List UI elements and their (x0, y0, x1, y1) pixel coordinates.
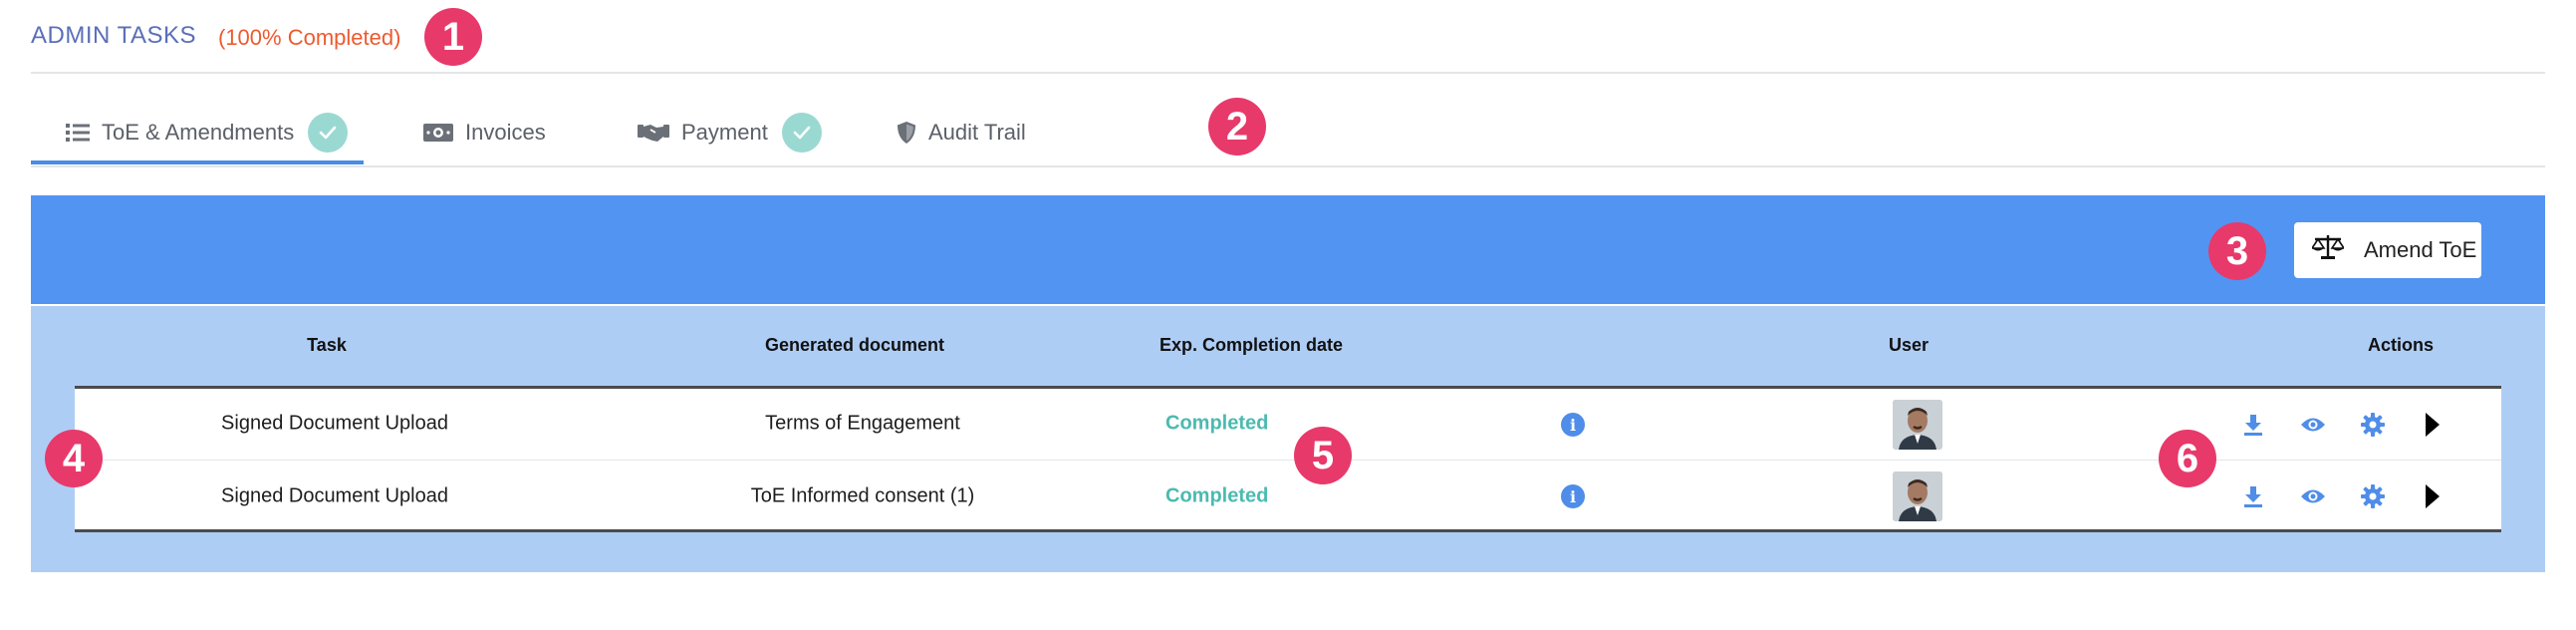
tab-label: Invoices (465, 120, 546, 145)
column-header-user: User (1888, 335, 1930, 355)
row-2-status: Completed (1165, 484, 1269, 507)
handshake-icon (638, 122, 669, 144)
eye-icon[interactable] (2300, 487, 2326, 505)
download-icon[interactable] (2243, 414, 2263, 436)
row-1-task: Signed Document Upload (221, 412, 448, 435)
row-2-task: Signed Document Upload (221, 484, 448, 507)
column-header-document: Generated document (764, 335, 945, 355)
money-bill-icon (423, 123, 453, 143)
active-tab-indicator (31, 160, 364, 164)
tab-label: ToE & Amendments (102, 120, 295, 145)
column-header-completion: Exp. Completion date (1159, 335, 1344, 355)
header-divider (31, 72, 2545, 74)
callout-marker-2: 2 (1208, 98, 1266, 156)
tab-label: Payment (681, 120, 768, 145)
callout-marker-5: 5 (1294, 427, 1352, 484)
row-divider (75, 460, 2501, 461)
tab-label: Audit Trail (928, 120, 1026, 145)
shield-icon (897, 121, 916, 145)
gear-icon[interactable] (2361, 484, 2385, 508)
tabs-divider (31, 165, 2545, 167)
callout-marker-4: 4 (45, 430, 103, 487)
check-icon (308, 113, 349, 153)
info-icon[interactable]: i (1561, 484, 1585, 508)
completion-status: (100% Completed) (218, 25, 401, 50)
callout-marker-6: 6 (2159, 430, 2216, 487)
eye-icon[interactable] (2300, 416, 2326, 434)
list-icon (66, 123, 90, 143)
callout-marker-1: 1 (424, 8, 482, 66)
toolbar-banner (31, 195, 2545, 304)
avatar (1893, 400, 1942, 450)
callout-marker-3: 3 (2208, 222, 2266, 280)
gear-icon[interactable] (2361, 413, 2385, 437)
amend-toe-button[interactable]: Amend ToE (2294, 222, 2481, 278)
download-icon[interactable] (2243, 485, 2263, 507)
scales-icon (2310, 233, 2346, 267)
row-1-status: Completed (1165, 412, 1269, 435)
info-icon[interactable]: i (1561, 413, 1585, 437)
tab-payment[interactable]: Payment (638, 108, 822, 158)
tab-invoices[interactable]: Invoices (423, 108, 546, 158)
column-header-task: Task (307, 335, 347, 355)
check-icon (781, 113, 822, 153)
play-icon[interactable] (2425, 484, 2441, 508)
row-1-document[interactable]: Terms of Engagement (765, 413, 960, 436)
page-title: ADMIN TASKS (31, 22, 196, 49)
play-icon[interactable] (2425, 413, 2441, 437)
amend-toe-label: Amend ToE (2364, 237, 2477, 262)
row-2-document[interactable]: ToE Informed consent (1) (751, 485, 975, 508)
tab-audit-trail[interactable]: Audit Trail (897, 108, 1026, 158)
avatar (1893, 472, 1942, 521)
column-header-actions: Actions (2367, 335, 2435, 355)
tab-toe-amendments[interactable]: ToE & Amendments (66, 108, 349, 158)
